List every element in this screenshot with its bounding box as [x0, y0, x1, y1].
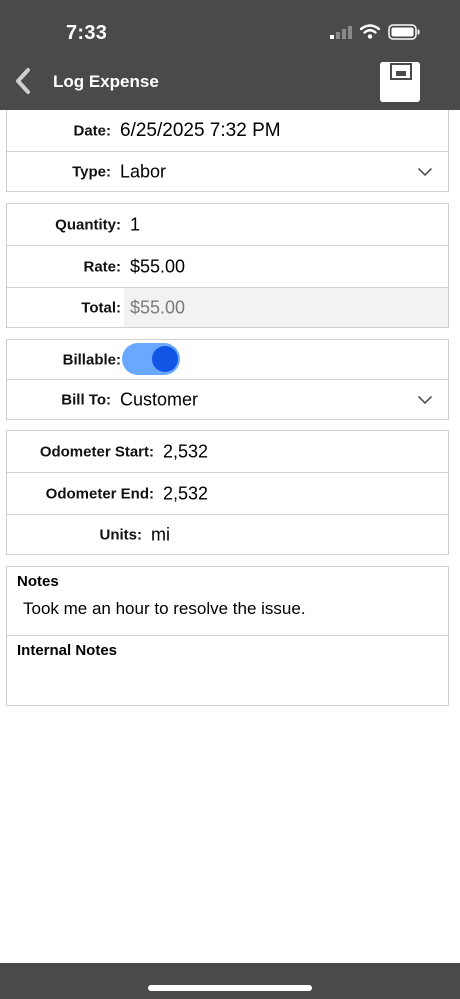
chevron-down-icon[interactable]	[418, 165, 432, 179]
odometer-start-row[interactable]: Odometer Start: 2,532	[7, 431, 448, 473]
cellular-signal-icon	[330, 25, 352, 44]
toggle-knob	[152, 346, 178, 372]
wifi-icon	[359, 24, 381, 44]
rate-input[interactable]: $55.00	[130, 256, 185, 277]
billable-toggle[interactable]	[122, 343, 180, 375]
type-row[interactable]: Type: Labor	[7, 152, 448, 191]
notes-textarea[interactable]: Took me an hour to resolve the issue.	[23, 599, 306, 619]
date-row[interactable]: Date: 6/25/2025 7:32 PM	[7, 110, 448, 152]
odometer-end-label: Odometer End:	[45, 485, 154, 502]
internal-notes-field[interactable]: Internal Notes	[7, 636, 448, 705]
date-value[interactable]: 6/25/2025 7:32 PM	[120, 120, 281, 142]
rate-label: Rate:	[83, 258, 121, 275]
billing-group: Billable: Bill To: Customer	[6, 339, 449, 420]
bill-to-row[interactable]: Bill To: Customer	[7, 380, 448, 419]
home-indicator[interactable]	[148, 985, 312, 991]
notes-field[interactable]: Notes Took me an hour to resolve the iss…	[7, 567, 448, 636]
date-label: Date:	[73, 122, 111, 139]
total-row: Total: $55.00	[7, 288, 448, 327]
rate-row[interactable]: Rate: $55.00	[7, 246, 448, 288]
units-row[interactable]: Units: mi	[7, 515, 448, 554]
total-value: $55.00	[130, 297, 186, 317]
bill-to-label: Bill To:	[61, 391, 111, 408]
chevron-down-icon[interactable]	[418, 393, 432, 407]
billable-row: Billable:	[7, 340, 448, 380]
bill-to-value[interactable]: Customer	[120, 389, 198, 410]
notes-group: Notes Took me an hour to resolve the iss…	[6, 566, 449, 706]
odometer-end-row[interactable]: Odometer End: 2,532	[7, 473, 448, 515]
odometer-start-input[interactable]: 2,532	[163, 441, 208, 462]
top-bar: 7:33 Log Expense	[0, 0, 460, 110]
quantity-label: Quantity:	[55, 216, 121, 233]
page-title: Log Expense	[53, 72, 159, 91]
odometer-start-label: Odometer Start:	[39, 443, 154, 460]
bottom-bar	[0, 963, 460, 999]
internal-notes-label: Internal Notes	[17, 642, 118, 659]
quantity-input[interactable]: 1	[130, 214, 140, 235]
save-icon	[380, 62, 420, 102]
back-button[interactable]	[12, 67, 34, 95]
save-button[interactable]	[380, 62, 420, 102]
odometer-group: Odometer Start: 2,532 Odometer End: 2,53…	[6, 430, 449, 555]
total-label: Total:	[81, 299, 121, 316]
status-icons	[330, 23, 420, 45]
date-type-group: Date: 6/25/2025 7:32 PM Type: Labor	[6, 110, 449, 192]
notes-label: Notes	[17, 573, 59, 590]
units-label: Units:	[99, 526, 143, 543]
chevron-left-icon	[16, 68, 30, 94]
units-value[interactable]: mi	[151, 524, 170, 545]
status-time: 7:33	[66, 22, 108, 44]
type-value[interactable]: Labor	[120, 161, 166, 182]
pricing-group: Quantity: 1 Rate: $55.00 Total: $55.00	[6, 203, 449, 328]
odometer-end-input[interactable]: 2,532	[163, 483, 208, 504]
battery-icon	[388, 23, 420, 45]
type-label: Type:	[72, 163, 111, 180]
billable-label: Billable:	[62, 351, 121, 368]
quantity-row[interactable]: Quantity: 1	[7, 204, 448, 246]
